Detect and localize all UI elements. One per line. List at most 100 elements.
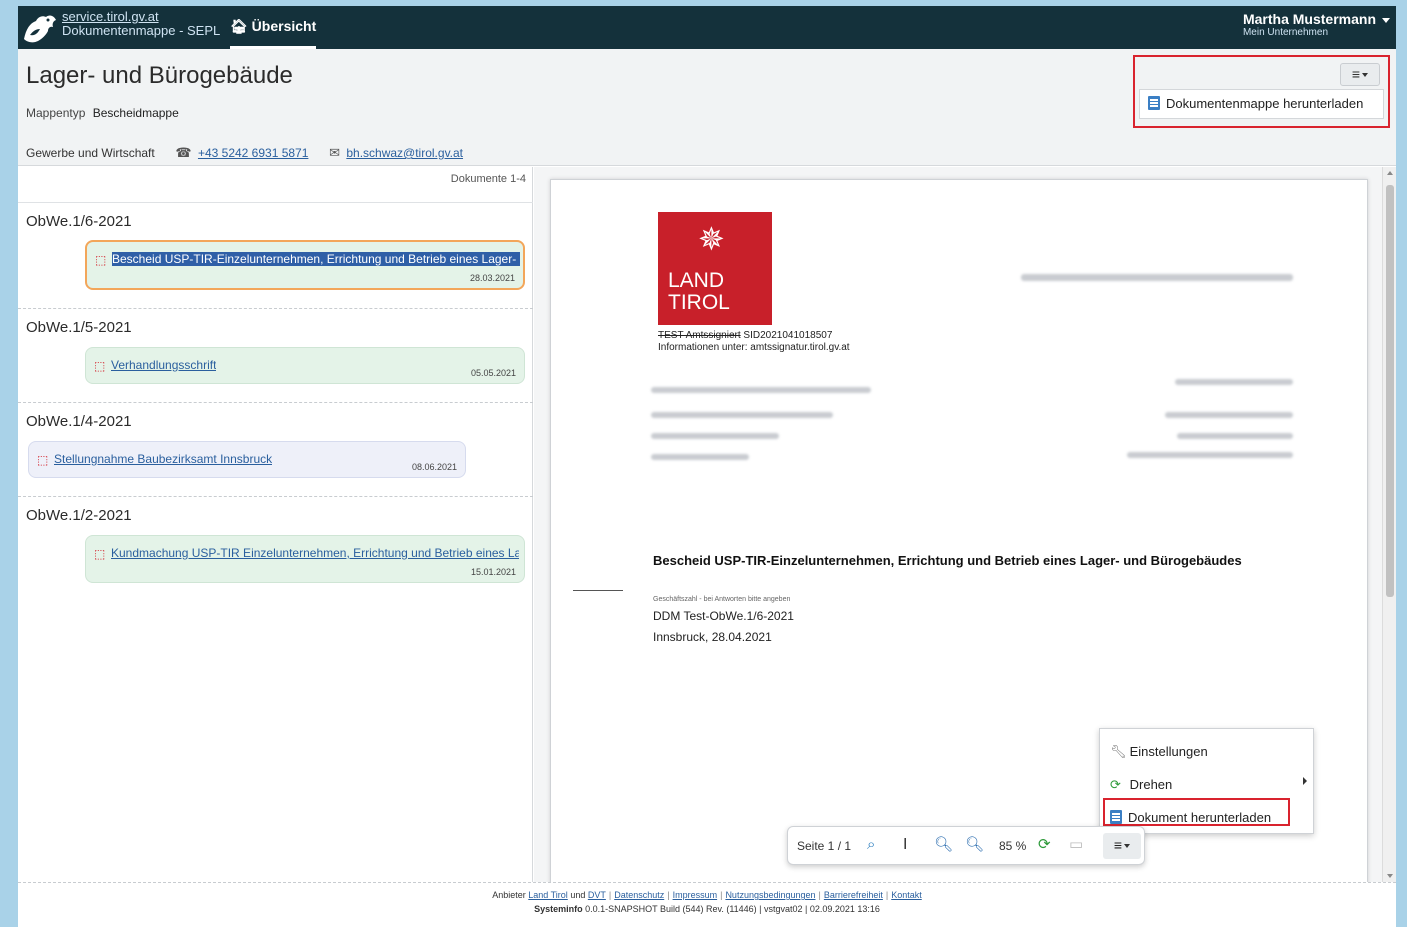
logo-word-1: LAND <box>668 269 725 292</box>
user-menu[interactable]: Martha Mustermann Mein Unternehmen <box>1243 11 1390 38</box>
footer-sysinfo-label: Systeminfo <box>534 904 583 914</box>
folder-type: Mappentyp Bescheidmappe <box>26 106 179 120</box>
app-window: service.tirol.gv.at Dokumentenmappe - SE… <box>18 6 1396 927</box>
footer-and: und <box>570 890 586 900</box>
chevron-down-icon <box>1124 844 1131 849</box>
document-card[interactable]: ⬚ Stellungnahme Baubezirksamt Innsbruck 0… <box>28 441 466 478</box>
blurred-text <box>1165 412 1293 418</box>
reference-hint: Geschäftszahl - bei Antworten bitte ange… <box>653 596 791 603</box>
folder-type-value: Bescheidmappe <box>92 106 179 120</box>
folder-menu-highlight: ≡ Dokumentenmappe herunterladen <box>1133 55 1390 128</box>
footer: Anbieter Land Tirol und DVT | Datenschutz |… <box>18 882 1396 927</box>
group-title: ObWe.1/6-2021 <box>26 213 132 230</box>
viewer-scrollbar[interactable] <box>1382 167 1396 882</box>
folder-menu-button[interactable]: ≡ <box>1340 63 1380 86</box>
folder-header: Lager- und Bürogebäude Mappentyp Beschei… <box>18 49 1396 166</box>
document-download-icon <box>1148 96 1160 110</box>
footer-link-contact[interactable]: Kontakt <box>891 890 922 900</box>
phone-link[interactable]: +43 5242 6931 5871 <box>198 146 308 160</box>
document-list-pane: Dokumente 1-4 ObWe.1/6-2021 ⬚ Bescheid US… <box>18 167 533 882</box>
blurred-text <box>1177 433 1293 439</box>
pdf-icon: ⬚ <box>94 547 106 560</box>
zoom-in-icon[interactable]: 🔍︎ <box>965 836 984 852</box>
print-icon[interactable]: ▭ <box>1069 836 1083 852</box>
reference-number: DDM Test-ObWe.1/6-2021 <box>653 609 794 623</box>
blurred-text <box>1127 452 1293 458</box>
footer-link-accessibility[interactable]: Barrierefreiheit <box>824 890 883 900</box>
hamburger-icon: ≡ <box>1113 837 1123 853</box>
signature-struck: TEST Amtssigniert <box>658 330 741 341</box>
hamburger-icon: ≡ <box>1351 66 1361 82</box>
document-date: 05.05.2021 <box>470 368 516 378</box>
user-name: Martha Mustermann <box>1242 11 1376 27</box>
document-link[interactable]: Verhandlungsschrift <box>111 358 216 372</box>
scroll-up-icon[interactable] <box>1387 171 1393 175</box>
footer-link-privacy[interactable]: Datenschutz <box>614 890 664 900</box>
folder-type-label: Mappentyp <box>26 106 86 120</box>
brand: service.tirol.gv.at Dokumentenmappe - SE… <box>62 10 220 38</box>
wrench-icon: 🔧︎ <box>1110 745 1127 760</box>
document-link[interactable]: Stellungnahme Baubezirksamt Innsbruck <box>54 452 272 466</box>
signature-info-text: Informationen unter: amtssignatur.tirol.… <box>658 342 850 353</box>
group-title: ObWe.1/5-2021 <box>26 319 132 336</box>
menu-item-rotate-label: Drehen <box>1129 777 1173 792</box>
signature-info: TEST Amtssigniert SID2021041018507 Infor… <box>658 330 850 354</box>
logo-word-2: TIROL <box>668 291 730 314</box>
viewer-context-menu: 🔧︎ Einstellungen ⟳ Drehen Dokument herun… <box>1099 728 1314 834</box>
document-card[interactable]: ⬚ Verhandlungsschrift 05.05.2021 <box>85 347 525 384</box>
eagle-icon: ✵ <box>698 220 725 258</box>
land-tirol-logo: ✵ LAND TIROL <box>658 212 772 325</box>
footer-provider-label: Anbieter <box>492 890 526 900</box>
document-card-selected[interactable]: ⬚ Bescheid USP-TIR-Einzelunternehmen, Err… <box>85 240 525 290</box>
nav-overview-label: Übersicht <box>251 18 317 34</box>
blurred-text <box>651 387 871 393</box>
blurred-text <box>1021 274 1293 281</box>
top-bar: service.tirol.gv.at Dokumentenmappe - SE… <box>18 6 1396 49</box>
brand-link[interactable]: service.tirol.gv.at <box>62 10 220 24</box>
page-title: Lager- und Bürogebäude <box>26 62 293 89</box>
home-icon: 🏠︎ <box>230 18 248 34</box>
contact-line: Gewerbe und Wirtschaft ☎ +43 5242 6931 5… <box>26 145 463 161</box>
document-link[interactable]: Kundmachung USP-TIR Einzelunternehmen, E… <box>111 546 519 560</box>
pdf-icon: ⬚ <box>37 453 49 466</box>
footer-link-imprint[interactable]: Impressum <box>673 890 718 900</box>
document-count: Dokumente 1-4 <box>450 173 526 185</box>
group-title: ObWe.1/2-2021 <box>26 507 132 524</box>
scroll-down-icon[interactable] <box>1387 874 1393 878</box>
document-link[interactable]: Bescheid USP-TIR-Einzelunternehmen, Erri… <box>112 252 520 266</box>
signature-id: SID2021041018507 <box>743 330 833 341</box>
footer-sysinfo-value: 0.0.1-SNAPSHOT Build (544) Rev. (11446) … <box>585 904 880 914</box>
zoom-level[interactable]: 85 % <box>999 838 1026 854</box>
viewer-menu-button[interactable]: ≡ <box>1103 833 1141 859</box>
blurred-text <box>1175 379 1293 385</box>
document-date: 08.06.2021 <box>411 462 457 472</box>
download-folder-menu-item[interactable]: Dokumentenmappe herunterladen <box>1139 89 1384 119</box>
zoom-out-icon[interactable]: 🔍︎ <box>934 836 953 852</box>
place-date: Innsbruck, 28.04.2021 <box>653 630 772 644</box>
document-download-icon <box>1110 810 1122 824</box>
chevron-down-icon <box>1382 17 1390 23</box>
menu-item-settings[interactable]: 🔧︎ Einstellungen <box>1110 741 1208 763</box>
scroll-thumb[interactable] <box>1386 185 1394 597</box>
footer-link-dvt[interactable]: DVT <box>588 890 606 900</box>
menu-item-rotate[interactable]: ⟳ Drehen <box>1110 774 1172 796</box>
menu-item-download-label: Dokument herunterladen <box>1128 810 1272 825</box>
document-date: 28.03.2021 <box>469 273 515 283</box>
tirol-eagle-logo-icon[interactable] <box>20 9 60 47</box>
text-cursor-icon[interactable]: I <box>903 836 907 852</box>
footer-link-land-tirol[interactable]: Land Tirol <box>528 890 568 900</box>
blurred-text <box>651 433 779 439</box>
rotate-icon[interactable]: ⟳ <box>1038 836 1051 852</box>
blurred-text <box>651 412 833 418</box>
email-link[interactable]: bh.schwaz@tirol.gv.at <box>346 146 463 160</box>
footer-link-terms[interactable]: Nutzungsbedingungen <box>725 890 815 900</box>
mail-icon: ✉ <box>329 145 340 160</box>
download-folder-label: Dokumentenmappe herunterladen <box>1166 96 1364 111</box>
page-indicator: Seite 1 / 1 <box>797 839 852 853</box>
nav-overview[interactable]: 🏠︎ Übersicht <box>230 6 317 49</box>
document-subject: Bescheid USP-TIR-Einzelunternehmen, Erri… <box>653 553 1242 568</box>
document-date: 15.01.2021 <box>470 567 516 577</box>
document-card[interactable]: ⬚ Kundmachung USP-TIR Einzelunternehmen, … <box>85 535 525 583</box>
zoom-fit-icon[interactable]: ⌕ <box>867 836 875 852</box>
pdf-icon: ⬚ <box>95 253 107 266</box>
